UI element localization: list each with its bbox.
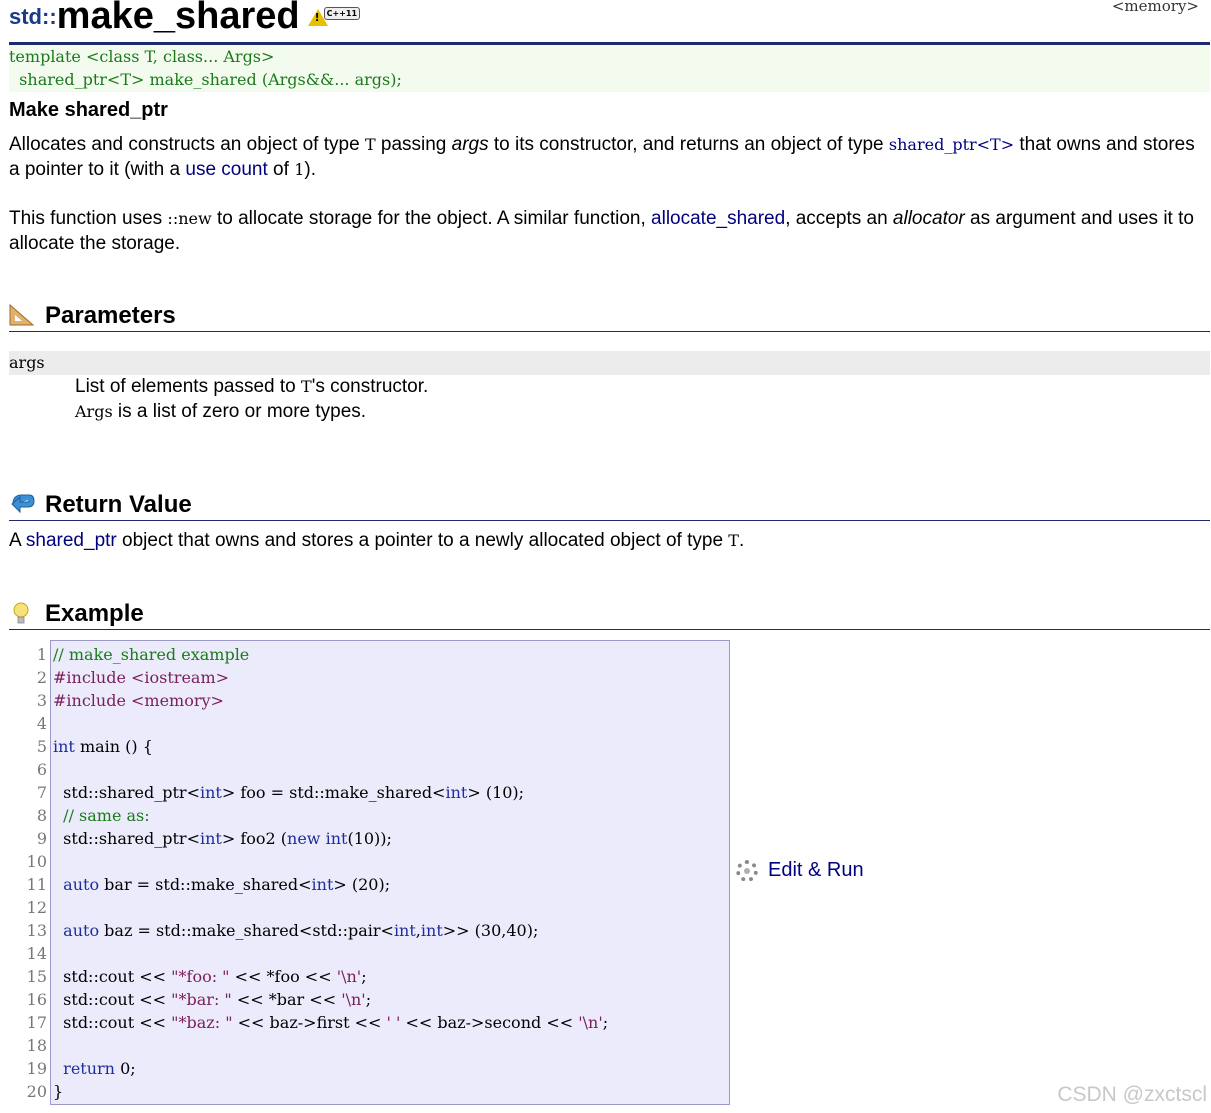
text-span: to its constructor, and returns an objec… bbox=[488, 134, 889, 155]
code-span: Args bbox=[75, 402, 113, 421]
text-span: List of elements passed to bbox=[75, 376, 302, 397]
return-value-text: A shared_ptr object that owns and stores… bbox=[9, 528, 1204, 553]
code-line: auto bar = std::make_shared<int> (20); bbox=[63, 875, 391, 894]
ruler-triangle-icon bbox=[9, 303, 35, 326]
prototype-line: template <class T, class... Args> bbox=[9, 47, 275, 66]
line-number: 1 bbox=[36, 645, 47, 664]
allocate-shared-link[interactable]: allocate_shared bbox=[651, 208, 785, 229]
code-span: ::new bbox=[167, 209, 212, 228]
line-number-gutter: 1 2 3 4 5 6 7 8 9 10 11 12 13 14 15 16 17 18 19 20 bbox=[9, 643, 47, 1103]
line-number: 11 bbox=[26, 875, 47, 894]
line-number: 9 bbox=[36, 829, 47, 848]
param-description: Args is a list of zero or more types. bbox=[75, 399, 366, 424]
page-title: std:: make_shared C++11 bbox=[9, 0, 361, 38]
param-name-args: args bbox=[9, 351, 1210, 375]
line-number: 18 bbox=[26, 1036, 47, 1055]
text-span: passing bbox=[375, 134, 452, 155]
line-number: 12 bbox=[26, 898, 47, 917]
prototype-box: template <class T, class... Args> shared… bbox=[9, 45, 1210, 92]
description-paragraph: Allocates and constructs an object of ty… bbox=[9, 132, 1204, 182]
use-count-link[interactable]: use count bbox=[185, 159, 267, 180]
param-description: List of elements passed to T's construct… bbox=[75, 374, 428, 399]
code-line: return 0; bbox=[63, 1059, 136, 1078]
namespace-label: std:: bbox=[9, 4, 57, 29]
code-box: // make_shared example #include <iostream… bbox=[50, 640, 730, 1105]
text-span: is a list of zero or more types. bbox=[112, 401, 367, 422]
code-line: std::cout << "*foo: " << *foo << '\n'; bbox=[53, 967, 367, 986]
text-span: 's constructor. bbox=[311, 376, 429, 397]
edit-run-button[interactable]: Edit & Run bbox=[736, 859, 864, 882]
watermark: CSDN @zxctscl bbox=[1057, 1083, 1207, 1106]
line-number: 16 bbox=[26, 990, 47, 1009]
code-span: T bbox=[301, 377, 312, 396]
parameters-title: Parameters bbox=[45, 302, 176, 329]
cxx11-label: C++11 bbox=[323, 7, 361, 20]
code-line: // make_shared example bbox=[53, 645, 250, 664]
code-span: T bbox=[364, 135, 376, 154]
code-span: 1 bbox=[294, 160, 305, 179]
return-arrow-icon bbox=[11, 494, 35, 514]
text-span: object that owns and stores a pointer to… bbox=[116, 530, 729, 551]
example-section-heading: Example bbox=[9, 599, 1210, 630]
line-number: 14 bbox=[26, 944, 47, 963]
gear-icon bbox=[736, 859, 758, 882]
code-line: #include <iostream> bbox=[53, 668, 230, 687]
italic-span: args bbox=[451, 134, 489, 155]
warning-icon bbox=[307, 9, 328, 26]
line-number: 20 bbox=[26, 1082, 47, 1101]
page-subtitle: Make shared_ptr bbox=[9, 99, 168, 121]
text-span: A bbox=[9, 530, 26, 551]
prototype-line: shared_ptr<T> make_shared (Args&&... arg… bbox=[9, 70, 402, 89]
return-value-section-heading: Return Value bbox=[9, 490, 1210, 521]
function-name: make_shared bbox=[56, 0, 300, 37]
code-line: std::cout << "*baz: " << baz->first << '… bbox=[53, 1013, 609, 1032]
text-span: Allocates and constructs an object of ty… bbox=[9, 134, 365, 155]
line-number: 10 bbox=[26, 852, 47, 871]
line-number: 7 bbox=[36, 783, 47, 802]
parameters-section-heading: Parameters bbox=[9, 301, 1210, 332]
header-link[interactable]: <memory> bbox=[1112, 0, 1199, 15]
code-span: T bbox=[728, 531, 739, 550]
line-number: 17 bbox=[26, 1013, 47, 1032]
code-line: #include <memory> bbox=[53, 691, 224, 710]
line-number: 15 bbox=[26, 967, 47, 986]
code-line: // same as: bbox=[63, 806, 150, 825]
lightbulb-icon bbox=[13, 602, 29, 624]
shared-ptr-link[interactable]: shared_ptr<T> bbox=[889, 135, 1014, 154]
description-paragraph: This function uses ::new to allocate sto… bbox=[9, 206, 1204, 256]
code-line: int main () { bbox=[53, 737, 153, 756]
code-line: std::shared_ptr<int> foo = std::make_sha… bbox=[53, 783, 525, 802]
line-number: 8 bbox=[36, 806, 47, 825]
line-number: 5 bbox=[36, 737, 47, 756]
italic-span: allocator bbox=[892, 208, 965, 229]
text-span: to allocate storage for the object. A si… bbox=[211, 208, 652, 229]
return-value-title: Return Value bbox=[45, 491, 192, 518]
cxx11-badge: C++11 bbox=[307, 7, 361, 26]
text-span: , accepts an bbox=[785, 208, 893, 229]
shared-ptr-link[interactable]: shared_ptr bbox=[26, 530, 117, 551]
text-span: ). bbox=[304, 159, 316, 180]
code-line: } bbox=[53, 1082, 64, 1101]
line-number: 4 bbox=[36, 714, 47, 733]
edit-run-label: Edit & Run bbox=[768, 859, 864, 881]
text-span: of bbox=[267, 159, 295, 180]
line-number: 3 bbox=[36, 691, 47, 710]
text-span: This function uses bbox=[9, 208, 168, 229]
line-number: 2 bbox=[36, 668, 47, 687]
line-number: 13 bbox=[26, 921, 47, 940]
line-number: 19 bbox=[26, 1059, 47, 1078]
line-number: 6 bbox=[36, 760, 47, 779]
text-span: . bbox=[738, 530, 745, 551]
code-line: std::shared_ptr<int> foo2 (new int(10)); bbox=[53, 829, 392, 848]
example-title: Example bbox=[45, 600, 144, 627]
code-line: std::cout << "*bar: " << *bar << '\n'; bbox=[53, 990, 372, 1009]
code-line: auto baz = std::make_shared<std::pair<in… bbox=[63, 921, 539, 940]
